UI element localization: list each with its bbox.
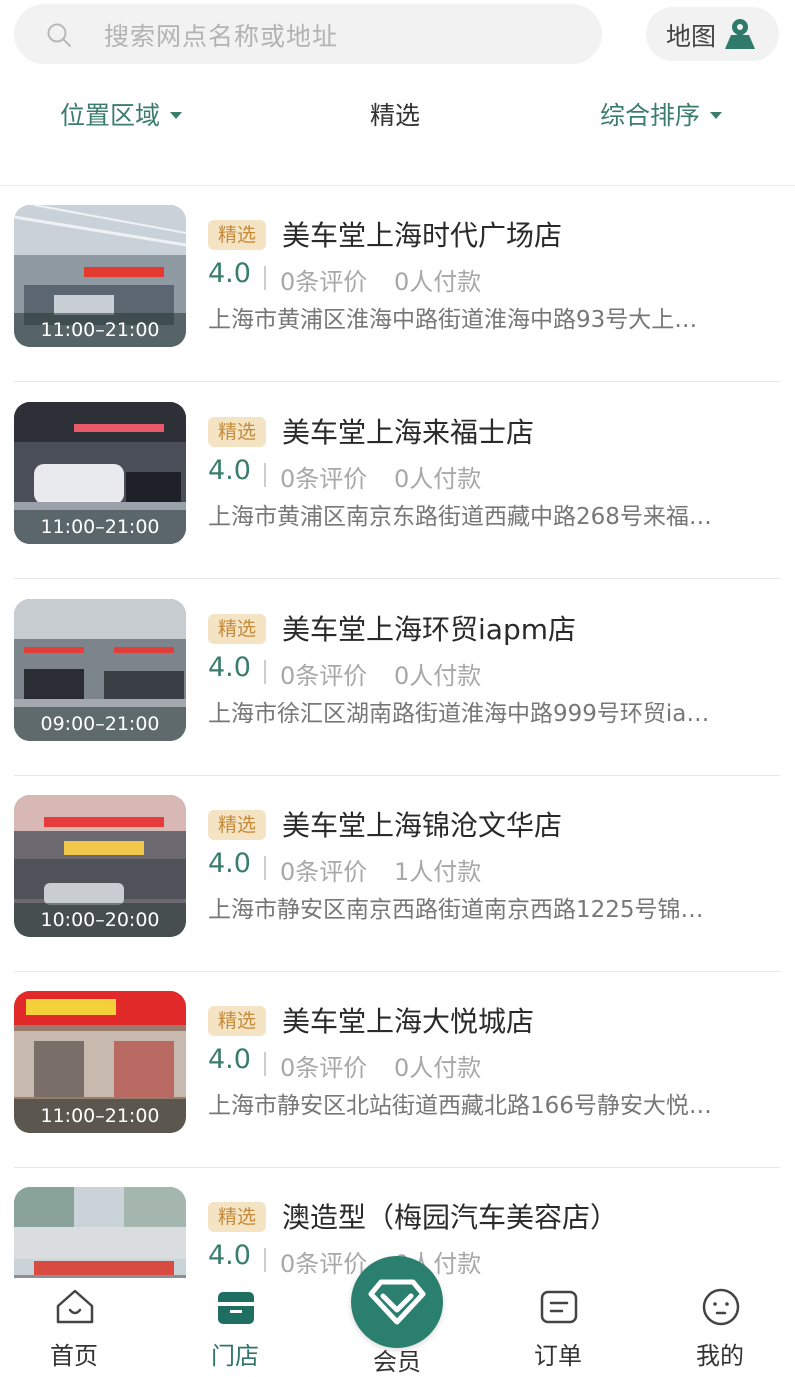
store-photo: 09:00–21:00 (14, 599, 186, 741)
store-name: 美车堂上海锦沧文华店 (282, 809, 563, 842)
tab-mine-label: 我的 (696, 1342, 744, 1370)
store-address: 上海市黄浦区淮海中路街道淮海中路93号大上… (208, 307, 698, 333)
store-rating: 4.0 (208, 848, 251, 879)
search-input[interactable]: 搜索网点名称或地址 (14, 4, 602, 64)
store-paid: 0人付款 (394, 465, 482, 493)
store-photo: 10:00–20:00 (14, 795, 186, 937)
store-name: 美车堂上海时代广场店 (282, 219, 563, 252)
store-card[interactable]: 09:00–21:00 精选 美车堂上海环贸iapm店 4.0 0条评价 0人付… (14, 580, 780, 776)
divider (14, 578, 780, 579)
chevron-down-icon (170, 111, 183, 119)
store-hours: 10:00–20:00 (14, 903, 186, 937)
filter-sort[interactable]: 综合排序 (600, 96, 723, 132)
store-rating: 4.0 (208, 1044, 251, 1075)
divider (264, 266, 266, 290)
divider (264, 463, 266, 487)
tab-home-label: 首页 (50, 1342, 98, 1370)
search-icon (47, 23, 71, 47)
featured-badge: 精选 (208, 220, 266, 250)
store-hours: 11:00–21:00 (14, 313, 186, 347)
featured-badge: 精选 (208, 1202, 266, 1232)
featured-badge: 精选 (208, 417, 266, 447)
store-name: 美车堂上海来福士店 (282, 416, 535, 449)
store-paid: 1人付款 (394, 858, 482, 886)
map-button[interactable]: 地图 (646, 7, 779, 61)
divider (264, 1248, 266, 1272)
store-card[interactable]: 10:00–20:00 精选 美车堂上海锦沧文华店 4.0 0条评价 1人付款 … (14, 776, 780, 972)
divider (264, 660, 266, 684)
divider (264, 856, 266, 880)
map-pin-icon (725, 19, 755, 49)
order-icon (540, 1290, 578, 1324)
store-name: 美车堂上海环贸iapm店 (282, 613, 576, 646)
store-name: 美车堂上海大悦城店 (282, 1005, 535, 1038)
divider (264, 1052, 266, 1076)
store-address: 上海市黄浦区南京东路街道西藏中路268号来福… (208, 504, 712, 530)
home-icon (56, 1289, 94, 1324)
store-rating: 4.0 (208, 1240, 251, 1271)
diamond-icon (368, 1279, 426, 1325)
map-button-label: 地图 (666, 22, 717, 51)
store-icon (218, 1292, 254, 1324)
tab-store[interactable]: 门店 (175, 1278, 295, 1370)
featured-badge: 精选 (208, 810, 266, 840)
store-rating: 4.0 (208, 455, 251, 486)
store-photo: 11:00–21:00 (14, 402, 186, 544)
store-reviews: 0条评价 (280, 465, 368, 493)
filter-location[interactable]: 位置区域 (60, 96, 183, 132)
store-address: 上海市徐汇区湖南路街道淮海中路999号环贸ia… (208, 701, 710, 727)
store-hours: 09:00–21:00 (14, 707, 186, 741)
store-hours: 11:00–21:00 (14, 1099, 186, 1133)
store-paid: 0人付款 (394, 662, 482, 690)
store-rating: 4.0 (208, 258, 251, 289)
filter-location-label: 位置区域 (60, 101, 161, 130)
store-name: 澳造型（梅园汽车美容店） (282, 1201, 619, 1234)
store-reviews: 0条评价 (280, 662, 368, 690)
store-paid: 0人付款 (394, 1054, 482, 1082)
member-button[interactable] (351, 1256, 443, 1348)
search-placeholder: 搜索网点名称或地址 (104, 22, 339, 51)
chevron-down-icon (710, 111, 723, 119)
face-icon (702, 1288, 740, 1326)
tab-home[interactable]: 首页 (14, 1278, 134, 1370)
store-hours: 11:00–21:00 (14, 510, 186, 544)
tab-orders-label: 订单 (534, 1342, 582, 1370)
store-reviews: 0条评价 (280, 268, 368, 296)
store-photo: 11:00–21:00 (14, 991, 186, 1133)
store-card[interactable]: 11:00–21:00 精选 美车堂上海时代广场店 4.0 0条评价 0人付款 … (14, 186, 780, 382)
filter-featured[interactable]: 精选 (370, 96, 420, 132)
store-rating: 4.0 (208, 652, 251, 683)
tab-orders[interactable]: 订单 (498, 1278, 618, 1370)
store-address: 上海市静安区北站街道西藏北路166号静安大悦… (208, 1093, 712, 1119)
store-card[interactable]: 11:00–21:00 精选 美车堂上海来福士店 4.0 0条评价 0人付款 上… (14, 383, 780, 579)
store-reviews: 0条评价 (280, 1054, 368, 1082)
featured-badge: 精选 (208, 1006, 266, 1036)
store-reviews: 0条评价 (280, 858, 368, 886)
featured-badge: 精选 (208, 614, 266, 644)
tab-store-label: 门店 (211, 1342, 259, 1370)
tab-mine[interactable]: 我的 (660, 1278, 780, 1370)
store-photo: 11:00–21:00 (14, 205, 186, 347)
store-paid: 0人付款 (394, 268, 482, 296)
store-address: 上海市静安区南京西路街道南京西路1225号锦… (208, 897, 704, 923)
filter-sort-label: 综合排序 (600, 101, 701, 130)
store-card[interactable]: 11:00–21:00 精选 美车堂上海大悦城店 4.0 0条评价 0人付款 上… (14, 972, 780, 1168)
divider (14, 381, 780, 382)
filter-featured-label: 精选 (370, 101, 421, 130)
